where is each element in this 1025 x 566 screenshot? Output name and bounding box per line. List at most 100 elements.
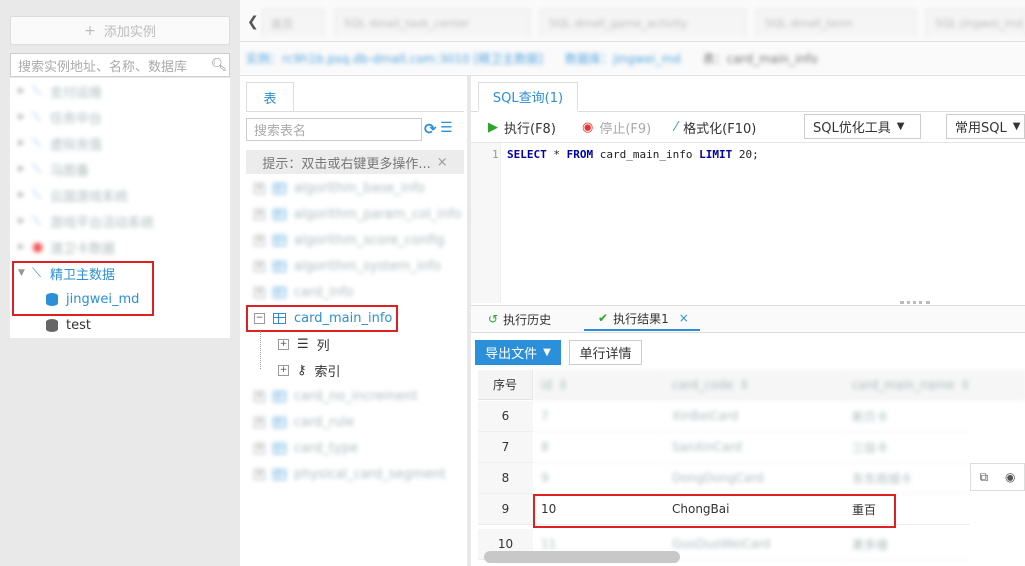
column-header-label: id: [541, 377, 552, 392]
tree-item[interactable]: ▶ ⟍ 马图番: [10, 156, 230, 182]
stop-button[interactable]: ◉ 停止(F9): [582, 116, 651, 138]
add-instance-label: 添加实例: [103, 25, 156, 40]
tree-item[interactable]: ▶ ⟍ 游戏平台活动系统: [10, 208, 230, 234]
tree-item[interactable]: ▶ ⟍ 支付运维: [10, 78, 230, 104]
sql-code[interactable]: SELECT * FROM card_main_info LIMIT 20;: [507, 148, 759, 161]
tab-tables[interactable]: 表: [246, 82, 294, 112]
top-tab[interactable]: SQL dmall_game_activity: [540, 9, 746, 37]
table-cell[interactable]: 东东商城卡: [844, 463, 970, 494]
table-cell[interactable]: 果多维: [844, 529, 970, 560]
table-cell[interactable]: 8: [533, 432, 664, 463]
table-cell[interactable]: DongDongCard: [664, 463, 844, 494]
table-cell[interactable]: 三信卡: [844, 432, 970, 463]
table-cell[interactable]: XinBeiCard: [664, 401, 844, 432]
search-icon[interactable]: 🔍︎: [209, 58, 229, 73]
table-item[interactable]: + algorithm_score_config: [254, 227, 444, 253]
table-item[interactable]: + card_no_increment: [254, 383, 418, 409]
chevron-right-icon[interactable]: ▶: [18, 112, 32, 122]
chevron-right-icon[interactable]: ▶: [18, 138, 32, 148]
table-search-input[interactable]: 搜索表名: [246, 118, 422, 141]
close-icon[interactable]: ×: [437, 155, 448, 170]
refresh-icon[interactable]: ⟳: [424, 120, 438, 138]
sort-icon[interactable]: ⇕: [960, 378, 970, 392]
chevron-left-icon[interactable]: ❮: [247, 14, 259, 30]
tab-result-1[interactable]: ✔ 执行结果1 ×: [584, 307, 700, 331]
breadcrumb-instance[interactable]: 实例：rc9h1b.psq.db-dmall.com:3010 [精卫主数据]: [246, 50, 543, 67]
single-row-detail-button[interactable]: 单行详情: [569, 340, 642, 365]
format-button[interactable]: ⁄ 格式化(F10): [675, 116, 756, 138]
expand-icon[interactable]: +: [254, 442, 265, 454]
tree-item-label: 游戏平台活动系统: [50, 215, 155, 231]
chevron-right-icon[interactable]: ▶: [18, 190, 32, 200]
tree-item-label: 支付运维: [50, 85, 103, 101]
expand-icon[interactable]: +: [254, 468, 265, 480]
top-tab[interactable]: SQL dmall_task_center: [335, 9, 530, 37]
table-cell[interactable]: 新贝卡: [844, 401, 970, 432]
tab-sql-query[interactable]: SQL查询(1): [478, 82, 578, 112]
expand-icon[interactable]: +: [278, 364, 289, 376]
expand-icon[interactable]: +: [278, 338, 289, 350]
breadcrumb-instance-label: 实例：: [246, 52, 283, 66]
tree-item[interactable]: ▶ ⟍ 云国游戏系统: [10, 182, 230, 208]
instance-search-input[interactable]: 搜索实例地址、名称、数据库 🔍︎: [10, 53, 230, 77]
table-item[interactable]: + physical_card_segment: [254, 461, 446, 487]
list-view-icon[interactable]: ☰: [440, 120, 456, 138]
table-item[interactable]: + card_info: [254, 279, 353, 305]
sort-icon[interactable]: ⇕: [739, 378, 749, 392]
add-instance-button[interactable]: + 添加实例: [10, 16, 230, 45]
tab-tables-label: 表: [263, 92, 277, 107]
top-tab[interactable]: SQL dmall_term: [756, 9, 916, 37]
database-icon: [46, 318, 58, 332]
table-cell[interactable]: 7: [533, 401, 664, 432]
copy-icon[interactable]: ⧉: [979, 470, 988, 485]
table-item[interactable]: + card_rule: [254, 409, 354, 435]
chevron-right-icon[interactable]: ▶: [18, 164, 32, 174]
plus-icon: +: [84, 22, 96, 39]
tab-history[interactable]: ↺ 执行历史: [488, 307, 551, 331]
horizontal-scrollbar[interactable]: [484, 551, 680, 563]
sql-token: 20;: [732, 148, 759, 161]
table-cell[interactable]: GuoDuoWeiCard: [664, 529, 844, 560]
chevron-right-icon[interactable]: ▶: [18, 242, 32, 252]
common-sql-dropdown[interactable]: 常用SQL ▼: [946, 114, 1025, 139]
close-icon[interactable]: ×: [679, 311, 689, 325]
export-file-button[interactable]: 导出文件 ▼: [475, 340, 561, 365]
chevron-right-icon[interactable]: ▶: [18, 216, 32, 226]
column-header-card-code[interactable]: card_code ⇕: [664, 370, 844, 400]
tree-line: [260, 331, 261, 369]
table-item[interactable]: + algorithm_system_info: [254, 253, 441, 279]
expand-icon[interactable]: +: [254, 416, 265, 428]
history-icon: ↺: [488, 312, 499, 326]
tree-item[interactable]: ▶ ● 澳卫卡数据: [10, 234, 230, 260]
sql-optimizer-dropdown[interactable]: SQL优化工具 ▼: [804, 114, 921, 139]
expand-icon[interactable]: +: [254, 286, 265, 298]
sql-editor[interactable]: [471, 142, 1025, 304]
eye-icon[interactable]: ◉: [1005, 470, 1015, 484]
table-cell[interactable]: 9: [533, 463, 664, 494]
breadcrumb-table-value: card_main_info: [726, 52, 818, 66]
top-tab[interactable]: 首页: [262, 9, 324, 37]
expand-icon[interactable]: +: [254, 390, 265, 402]
table-item[interactable]: + card_type: [254, 435, 358, 461]
top-tab[interactable]: SQL jingwei_md: [926, 9, 1025, 37]
chevron-right-icon[interactable]: ▶: [18, 86, 32, 96]
breadcrumb-database[interactable]: 数据库：jingwei_md: [565, 50, 681, 67]
column-header-card-main-name[interactable]: card_main_name ⇕: [844, 370, 1025, 400]
table-item-label: algorithm_score_config: [294, 232, 445, 248]
column-header-id[interactable]: id ⇕: [533, 370, 664, 400]
top-tab-label: SQL dmall_game_activity: [549, 17, 688, 30]
table-item[interactable]: + algorithm_param_col_info: [254, 201, 462, 227]
sort-icon[interactable]: ⇕: [558, 378, 568, 392]
indexes-node[interactable]: + ⚷ 索引: [278, 357, 341, 383]
sql-keyword: SELECT: [507, 148, 547, 161]
columns-node[interactable]: + ☰ 列: [278, 331, 330, 357]
table-item[interactable]: + algorithm_base_info: [254, 175, 425, 201]
tree-item[interactable]: ▶ ⟍ 任务中台: [10, 104, 230, 130]
expand-icon[interactable]: +: [254, 234, 265, 246]
tree-item[interactable]: ▶ ⟍ 虚拟充值: [10, 130, 230, 156]
expand-icon[interactable]: +: [254, 260, 265, 272]
expand-icon[interactable]: +: [254, 182, 265, 194]
table-cell[interactable]: SanXinCard: [664, 432, 844, 463]
run-button[interactable]: ▶ 执行(F8): [488, 116, 556, 138]
expand-icon[interactable]: +: [254, 208, 265, 220]
